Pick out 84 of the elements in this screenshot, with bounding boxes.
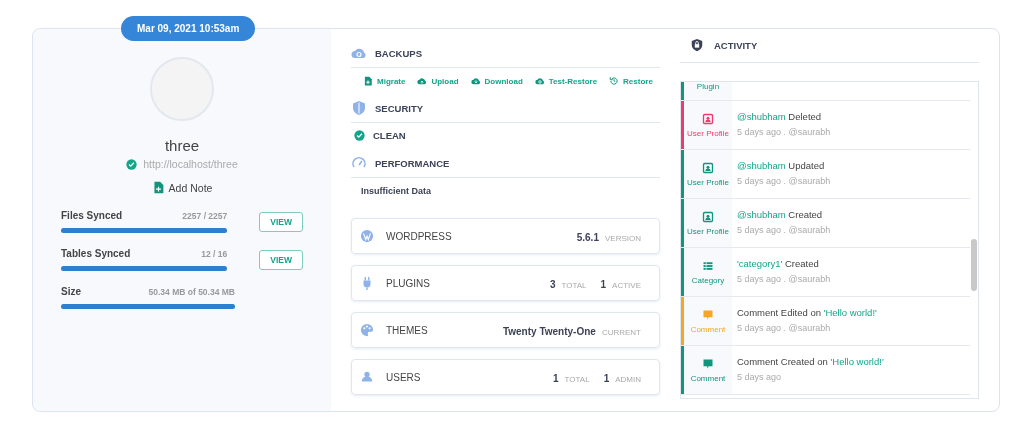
activity-category: Comment [690, 324, 726, 334]
stat-unit: ACTIVE [612, 281, 641, 290]
stat-value: 1 [600, 279, 607, 290]
activity-item[interactable]: Comment Comment Edited on 'Hello world!' 5 days ago . @saurabh [681, 297, 970, 346]
section-title: BACKUPS [375, 47, 422, 59]
activity-item[interactable]: User Profile @shubham Updated 5 days ago . @saurabh [681, 150, 970, 199]
section-title: PERFORMANCE [375, 157, 450, 169]
file-add-icon [363, 76, 373, 86]
stat-label: WORDPRESS [386, 230, 453, 242]
backup-action-link[interactable]: Upload [417, 76, 459, 86]
progress-reading: 2257 / 2257 [182, 211, 228, 221]
comment-icon [702, 308, 714, 321]
activity-meta: 5 days ago . @saurabh [737, 127, 831, 137]
add-note-button[interactable]: Add Note [151, 181, 213, 194]
activity-item[interactable]: Category 'category1' Created 5 days ago . @saurabh [681, 248, 970, 297]
shield-icon [351, 100, 367, 116]
stat-unit: ADMIN [615, 375, 641, 384]
activity-message: @shubham Deleted [737, 111, 823, 122]
activity-category: Comment [690, 373, 726, 383]
wordpress-logo-icon [360, 229, 374, 243]
shield-lock-icon [690, 38, 704, 52]
scrollbar-thumb[interactable] [971, 239, 977, 291]
activity-message: Comment Edited on 'Hello world!' [737, 307, 877, 318]
site-name: three [164, 137, 200, 154]
activity-category: User Profile [687, 177, 729, 187]
activity-item[interactable]: User Profile @shubham Created 5 days ago . @saurabh [681, 199, 970, 248]
activity-message: 'category1' Created [737, 258, 820, 269]
section-title: SECURITY [375, 102, 424, 114]
comment-icon [702, 357, 714, 370]
user-card-icon [702, 112, 714, 125]
view-button[interactable]: VIEW [259, 249, 303, 270]
progress-label: Files Synced [61, 210, 123, 221]
activity-meta: 5 days ago . @saurabh [737, 323, 832, 333]
activity-message: @shubham Created [737, 209, 824, 220]
activity-message: @shubham Updated [737, 160, 826, 171]
list-icon [702, 259, 714, 272]
check-circle-icon [354, 130, 365, 141]
palette-icon [360, 323, 374, 337]
activity-meta: 5 days ago . @saurabh [737, 274, 831, 284]
performance-status: Insufficient Data [360, 185, 432, 196]
backup-action-link[interactable]: Download [470, 76, 523, 86]
stat-value: 3 [549, 279, 556, 290]
stat-unit: VERSION [604, 234, 641, 243]
cloud-download-icon [470, 76, 481, 86]
stat-value: Twenty Twenty-One [502, 326, 596, 337]
activity-item[interactable]: Plugin [681, 82, 970, 101]
activity-message: Comment Created on 'Hello world!' [737, 356, 884, 367]
site-url[interactable]: http://localhost/three [143, 158, 238, 170]
user-card-icon [702, 210, 714, 223]
stat-unit: CURRENT [601, 328, 641, 337]
restore-icon [609, 76, 620, 86]
progress-label: Size [61, 286, 81, 297]
activity-category: User Profile [687, 128, 729, 138]
activity-meta: 5 days ago . @saurabh [737, 225, 831, 235]
backup-action-link[interactable]: Test-Restore [534, 76, 598, 86]
activity-item[interactable]: User Profile @shubham Deleted 5 days ago . @saurabh [681, 101, 970, 150]
date-badge: Mar 09, 2021 10:53am [121, 16, 256, 41]
backup-action-link[interactable]: Restore [609, 76, 653, 86]
user-card-icon [702, 161, 714, 174]
stat-value: 1 [603, 373, 610, 384]
activity-category: User Profile [687, 226, 729, 236]
view-button[interactable]: VIEW [259, 211, 303, 232]
security-status: CLEAN [373, 130, 406, 141]
activity-category: Plugin [696, 82, 720, 91]
user-icon [360, 370, 374, 384]
activity-meta: 5 days ago [737, 372, 783, 382]
stat-value: 5.6.1 [576, 232, 599, 243]
progress-reading: 12 / 16 [201, 249, 228, 259]
activity-category: Category [691, 275, 725, 285]
activity-item[interactable]: Comment Comment Created on 'Hello world!' 5 days ago [681, 346, 970, 395]
stat-unit: TOTAL [561, 281, 587, 290]
stat-label: THEMES [386, 324, 429, 336]
stat-label: USERS [386, 371, 422, 383]
note-add-icon [151, 181, 165, 194]
progress-reading: 50.34 MB of 50.34 MB [148, 287, 235, 297]
progress-label: Tables Synced [61, 248, 131, 259]
cloud-icon [534, 76, 545, 86]
activity-meta: 5 days ago . @saurabh [737, 176, 831, 186]
stat-value: 1 [553, 373, 559, 384]
stat-unit: TOTAL [564, 375, 590, 384]
stat-label: PLUGINS [386, 277, 431, 289]
section-title: ACTIVITY [714, 39, 758, 51]
backup-action-link[interactable]: Migrate [363, 76, 406, 86]
cloud-upload-icon [417, 76, 428, 86]
